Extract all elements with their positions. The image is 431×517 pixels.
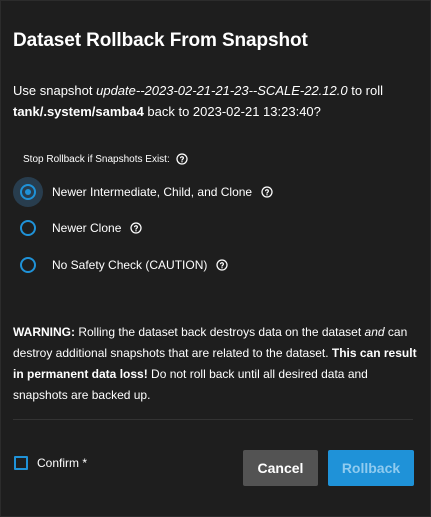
- radio-option-label: No Safety Check (CAUTION): [52, 258, 208, 272]
- help-icon[interactable]: [176, 153, 188, 165]
- help-icon[interactable]: [216, 259, 228, 271]
- warning-heading: WARNING:: [13, 325, 75, 339]
- warning-text: WARNING: Rolling the dataset back destro…: [13, 322, 423, 406]
- rollback-dialog: Dataset Rollback From Snapshot Use snaps…: [0, 0, 431, 517]
- dialog-description: Use snapshot update--2023-02-21-21-23--S…: [13, 80, 423, 122]
- radio-button[interactable]: [20, 257, 36, 273]
- help-icon[interactable]: [130, 222, 142, 234]
- rollback-options-label-text: Stop Rollback if Snapshots Exist:: [23, 153, 170, 165]
- radio-button-selected[interactable]: [20, 184, 36, 200]
- radio-focus-ring: [13, 177, 43, 207]
- radio-option-no-safety-check[interactable]: No Safety Check (CAUTION): [13, 250, 228, 280]
- confirm-checkbox-row[interactable]: Confirm *: [14, 456, 87, 470]
- confirm-checkbox[interactable]: [14, 456, 28, 470]
- warning-part1: Rolling the dataset back destroys data o…: [75, 325, 365, 339]
- description-prefix: Use snapshot: [13, 83, 97, 98]
- radio-option-newer-clone[interactable]: Newer Clone: [13, 213, 142, 243]
- cancel-button[interactable]: Cancel: [243, 450, 318, 486]
- confirm-label: Confirm *: [37, 456, 88, 470]
- dialog-title: Dataset Rollback From Snapshot: [13, 30, 308, 51]
- description-middle: to roll: [347, 83, 384, 98]
- divider: [13, 419, 413, 420]
- rollback-options-label: Stop Rollback if Snapshots Exist:: [23, 153, 188, 165]
- description-suffix: back to 2023-02-21 13:23:40?: [143, 104, 321, 119]
- help-icon[interactable]: [261, 186, 273, 198]
- radio-wrap: [13, 250, 43, 280]
- radio-option-label: Newer Clone: [52, 221, 122, 235]
- radio-option-label: Newer Intermediate, Child, and Clone: [52, 185, 253, 199]
- radio-wrap: [13, 213, 43, 243]
- rollback-button[interactable]: Rollback: [328, 450, 414, 486]
- radio-button[interactable]: [20, 220, 36, 236]
- warning-and: and: [364, 325, 385, 339]
- snapshot-name: update--2023-02-21-21-23--SCALE-22.12.0: [96, 83, 348, 98]
- radio-option-newer-intermediate-child-clone[interactable]: Newer Intermediate, Child, and Clone: [13, 177, 273, 207]
- dataset-name: tank/.system/samba4: [13, 104, 144, 119]
